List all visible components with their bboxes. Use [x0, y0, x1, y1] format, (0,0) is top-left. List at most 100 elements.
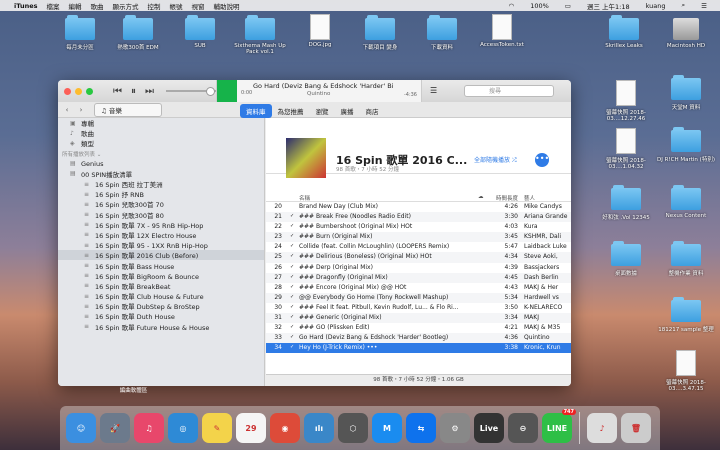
- sidebar-playlist-item[interactable]: ≡ 16 Spin 兒歌300首 70: [58, 199, 264, 210]
- table-row[interactable]: 23 ✓ ### Burn (Original Mix) 3:45 KSHMR, Dal…: [266, 232, 571, 243]
- sidebar-playlist-item[interactable]: ▤ Genius: [58, 159, 264, 169]
- track-checkbox[interactable]: ✓: [290, 284, 296, 290]
- volume-slider[interactable]: [166, 87, 221, 96]
- audio-app-icon[interactable]: ılı: [304, 413, 334, 443]
- track-checkbox[interactable]: ✓: [290, 233, 296, 239]
- back-icon[interactable]: ‹: [62, 106, 72, 114]
- menu-controls[interactable]: 控制: [147, 1, 160, 11]
- forward-icon[interactable]: ›: [76, 106, 86, 114]
- table-row[interactable]: 21 ✓ ### Break Free (Noodles Radio Edit) 3:…: [266, 212, 571, 223]
- sidebar-item-albums[interactable]: ▣ 專輯: [58, 118, 264, 129]
- finder-icon[interactable]: ☺: [66, 413, 96, 443]
- table-row[interactable]: 26 ✓ ### Derp (Original Mix) 4:39 Bassjacker…: [266, 263, 571, 273]
- minimize-button[interactable]: [75, 87, 82, 95]
- teamviewer-icon[interactable]: ⇆: [406, 413, 436, 443]
- track-checkbox[interactable]: ✓: [290, 213, 296, 219]
- track-checkbox[interactable]: ✓: [290, 314, 296, 320]
- desktop-item[interactable]: 好和弦 .Vol 12345: [596, 185, 656, 221]
- table-row[interactable]: 20 Brand New Day (Club Mix) 4:26 Mike Candy…: [266, 202, 571, 212]
- desktop-item[interactable]: 螢幕快照 2018-03....12.27.46: [596, 80, 656, 122]
- column-artist[interactable]: 藝人: [524, 194, 535, 202]
- next-icon[interactable]: ⏭: [145, 86, 154, 97]
- sidebar-playlist-item[interactable]: ≡ 16 Spin 歌單 7X - 95 RnB Hip-Hop: [58, 220, 264, 230]
- desktop-item[interactable]: DJ R!CH Martin (特別): [656, 127, 716, 163]
- sidebar-playlist-item[interactable]: ≡ 16 Spin 歌單 Duth House: [58, 311, 264, 322]
- documents-icon[interactable]: ♪: [587, 413, 617, 443]
- menu-view[interactable]: 顯示方式: [112, 1, 138, 11]
- more-button[interactable]: •••: [535, 153, 549, 167]
- sidebar-playlist-item[interactable]: ≡ 16 Spin 歌單 BigRoom & Bounce: [58, 271, 264, 281]
- desktop-item[interactable]: 每月未分區: [50, 15, 110, 51]
- desktop-item[interactable]: 桌面數據: [596, 241, 656, 277]
- wifi-icon[interactable]: ◠: [509, 2, 515, 10]
- menu-file[interactable]: 檔案: [46, 1, 59, 11]
- track-checkbox[interactable]: ✓: [290, 304, 296, 310]
- sidebar-item-songs[interactable]: ♪ 歌曲: [58, 128, 264, 139]
- menu-window[interactable]: 視窗: [191, 1, 204, 11]
- launchpad-icon[interactable]: 🚀: [100, 413, 130, 443]
- table-row[interactable]: 28 ✓ ### Encore (Original Mix) @@ HOt 4:43 M…: [266, 283, 571, 293]
- cube-app-icon[interactable]: ⬡: [338, 413, 368, 443]
- tab-browse[interactable]: 瀏覽: [310, 104, 335, 118]
- clock[interactable]: 週三 上午1:18: [587, 1, 630, 11]
- search-icon[interactable]: ⌕: [682, 1, 686, 10]
- track-checkbox[interactable]: ✓: [290, 274, 296, 280]
- sidebar-playlist-item[interactable]: ≡ 16 Spin 抒 RNB: [58, 189, 264, 200]
- menu-song[interactable]: 歌曲: [90, 1, 103, 11]
- battery-percent[interactable]: 100%: [530, 2, 549, 10]
- playlists-header[interactable]: 所有播放列表 ⌄: [58, 149, 264, 159]
- itunes-icon[interactable]: ♫: [134, 413, 164, 443]
- track-checkbox[interactable]: ✓: [290, 264, 296, 270]
- system-prefs-icon[interactable]: ⚙: [440, 413, 470, 443]
- desktop-item[interactable]: 螢幕快照 2018-03....3.47.15: [656, 350, 716, 392]
- menu-help[interactable]: 輔助說明: [213, 1, 239, 11]
- table-row[interactable]: 30 ✓ ### Feel It feat. Pitbull, Kevin Rudo…: [266, 303, 571, 313]
- desktop-item[interactable]: Skrillex Leaks: [594, 15, 654, 49]
- table-row[interactable]: 31 ✓ ### Generic (Original Mix) 3:34 MAKJ: [266, 313, 571, 324]
- shuffle-all-button[interactable]: 全部隨機播放 ⤮: [474, 155, 517, 165]
- close-button[interactable]: [64, 87, 71, 95]
- desktop-item[interactable]: 天堂M 資料: [656, 75, 716, 111]
- table-row[interactable]: 34 ✓ Hey Ho (J-Trick Remix) ••• 3:38 Kronic,…: [266, 343, 571, 354]
- track-checkbox[interactable]: ✓: [290, 334, 296, 340]
- up-next-icon[interactable]: ☰: [430, 86, 437, 95]
- tab-for-you[interactable]: 為您推薦: [272, 104, 310, 118]
- column-duration[interactable]: 時間長度: [496, 194, 518, 202]
- search-input[interactable]: 搜尋: [464, 85, 554, 97]
- line-icon[interactable]: LINE 747: [542, 409, 576, 443]
- live-icon[interactable]: Live: [474, 413, 504, 443]
- desktop-item[interactable]: 熱歌300首 EDM: [108, 15, 168, 51]
- tab-store[interactable]: 商店: [360, 104, 385, 118]
- desktop-item[interactable]: Sixthema Mash Up Pack vol.1: [230, 15, 290, 55]
- track-checkbox[interactable]: ✓: [290, 223, 296, 229]
- vpn-app-icon[interactable]: ⊖: [508, 413, 538, 443]
- sidebar-playlist-item[interactable]: ≡ 16 Spin 西班 拉丁美洲: [58, 179, 264, 190]
- table-row[interactable]: 33 ✓ Go Hard (Deviz Bang & Edshock 'Harder…: [266, 333, 571, 344]
- desktop-item[interactable]: SUB: [170, 15, 230, 49]
- m-app-icon[interactable]: M: [372, 413, 402, 443]
- sidebar-playlist-item[interactable]: ≡ 16 Spin 歌單 BreakBeat: [58, 281, 264, 291]
- table-row[interactable]: 27 ✓ ### Dragonfly (Original Mix) 4:45 Dash …: [266, 272, 571, 283]
- sidebar-item-genres[interactable]: ◈ 類型: [58, 138, 264, 149]
- sidebar-playlist-item[interactable]: ≡ 16 Spin 歌單 Future House & House: [58, 322, 264, 332]
- column-name[interactable]: 名稱: [299, 194, 310, 202]
- desktop-item[interactable]: Nexus Content: [656, 185, 716, 219]
- table-row[interactable]: 24 ✓ Collide (feat. Collin McLoughlin) (LO…: [266, 242, 571, 252]
- track-checkbox[interactable]: ✓: [290, 324, 296, 330]
- pause-icon[interactable]: ⏸: [131, 86, 136, 97]
- chrome-icon[interactable]: ◉: [270, 413, 300, 443]
- app-menu[interactable]: iTunes: [14, 2, 37, 10]
- desktop-item[interactable]: 螢幕快照 2018-03....1.04.32: [596, 128, 656, 170]
- sidebar-playlist-item[interactable]: ≡ 16 Spin 歌單 Bass House: [58, 260, 264, 271]
- desktop-item[interactable]: DOG.jpg: [290, 14, 350, 48]
- menu-account[interactable]: 帳號: [169, 1, 182, 11]
- track-checkbox[interactable]: ✓: [290, 344, 296, 350]
- desktop-item[interactable]: 下載資料: [412, 15, 472, 51]
- track-checkbox[interactable]: ✓: [290, 253, 296, 259]
- table-row[interactable]: 29 ✓ @@ Everybody Go Home (Tony Rockwell M…: [266, 292, 571, 303]
- sidebar-playlist-item[interactable]: ≡ 16 Spin 兒歌300首 80: [58, 210, 264, 220]
- desktop-item[interactable]: Macintosh HD: [656, 18, 716, 49]
- desktop-item[interactable]: AccessToken.txt: [472, 14, 532, 48]
- desktop-item[interactable]: 整機作業 資料: [656, 241, 716, 277]
- table-row[interactable]: 22 ✓ ### Bumbershoot (Original Mix) HOt 4:0…: [266, 222, 571, 232]
